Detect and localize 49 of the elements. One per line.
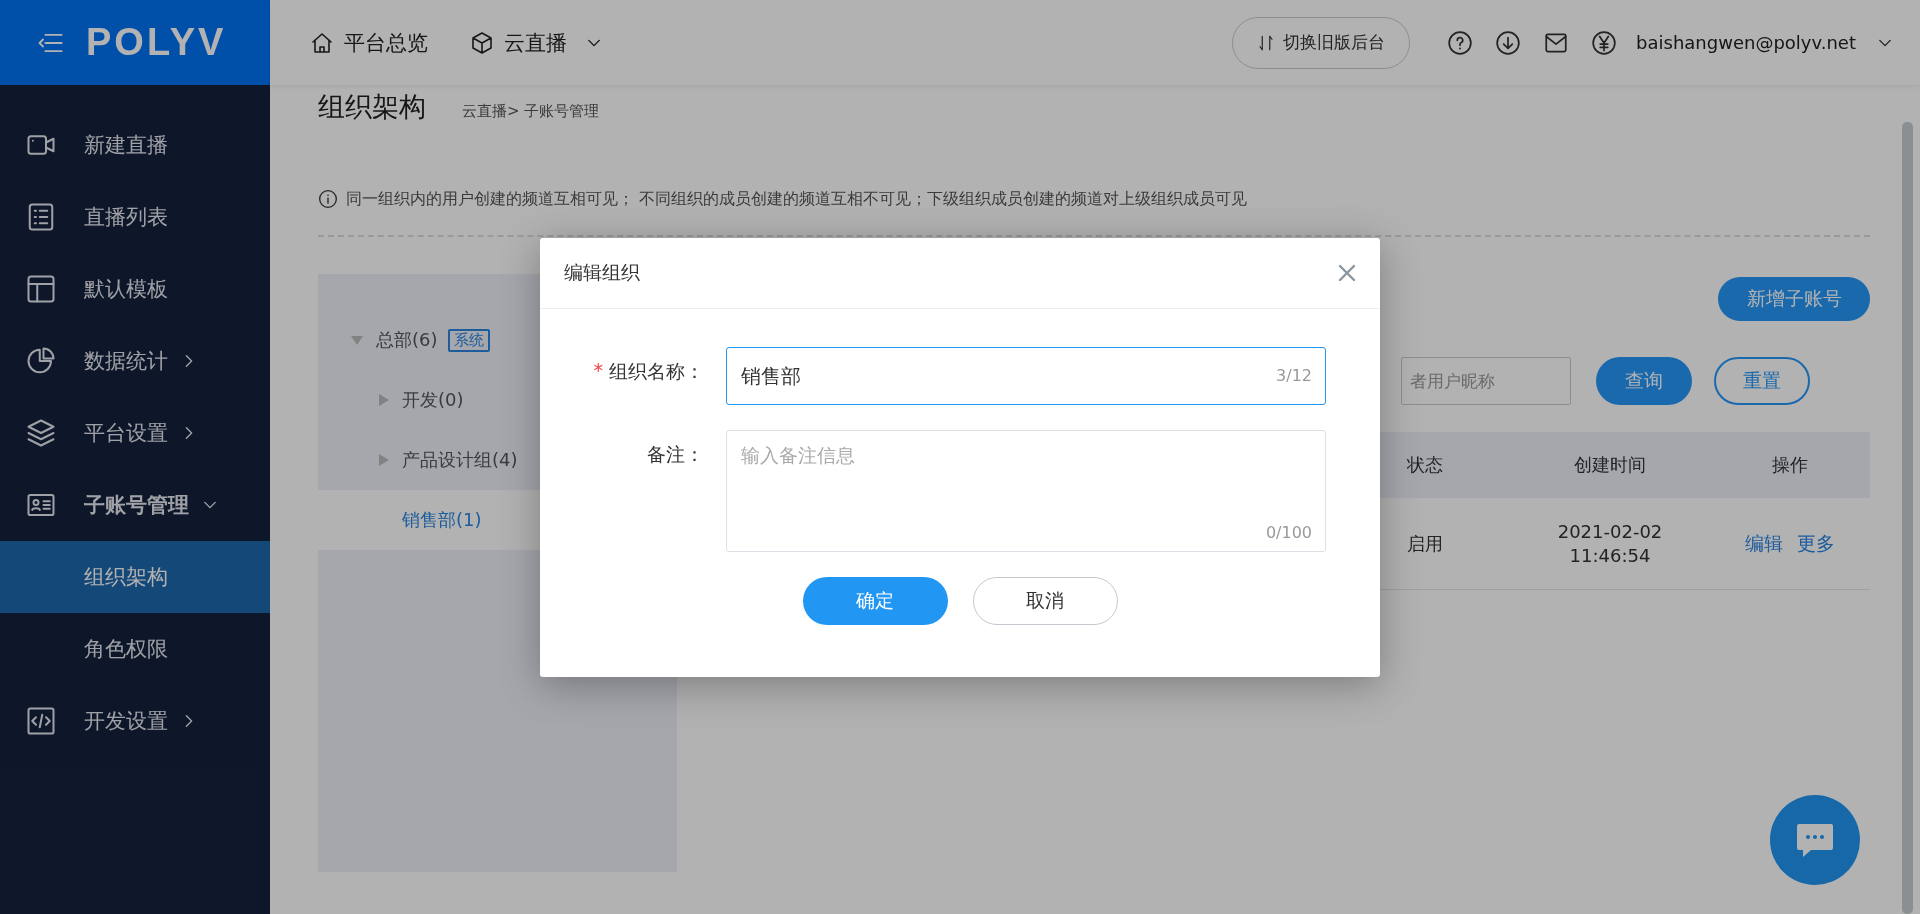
nav-link[interactable]: 平台总览 (310, 28, 428, 57)
dialog-title: 编辑组织 (564, 260, 641, 285)
sidebar-item[interactable]: 数据统计 (0, 325, 270, 397)
user-email[interactable]: baishangwen@polyv.net (1636, 32, 1856, 53)
nav-link[interactable]: 云直播 (470, 28, 601, 57)
triangle-right-icon (376, 453, 390, 467)
triangle-right-icon (376, 393, 390, 407)
search-field[interactable]: 者用户昵称 (1401, 357, 1571, 405)
yen-icon[interactable] (1591, 29, 1618, 56)
layout-icon (26, 274, 56, 304)
close-icon[interactable] (1338, 264, 1356, 282)
home-icon (310, 30, 334, 55)
pie-chart-icon (26, 346, 56, 376)
column-header: 创建时间 (1573, 453, 1647, 477)
table-cell-text: 启用 (1406, 531, 1444, 556)
triangle-down-icon (350, 333, 364, 347)
chat-bubble-icon (1795, 822, 1835, 858)
sidebar-item[interactable]: 平台设置 (0, 397, 270, 469)
char-counter: 3/12 (1276, 366, 1312, 385)
required-mark: * (593, 359, 603, 383)
logo-text: POLYV (86, 21, 227, 64)
sidebar-item[interactable]: 开发设置 (0, 685, 270, 757)
code-icon (26, 706, 56, 736)
sidebar-item[interactable]: 子账号管理 (0, 469, 270, 541)
sidebar-subitem[interactable]: 组织架构 (0, 541, 270, 613)
sidebar-subitem[interactable]: 角色权限 (0, 613, 270, 685)
swap-arrows-icon (1257, 33, 1276, 52)
download-icon[interactable] (1495, 29, 1522, 56)
cube-icon (470, 30, 494, 55)
layers-icon (26, 418, 56, 448)
char-counter: 0/100 (1265, 523, 1312, 542)
column-header: 状态 (1406, 453, 1444, 477)
breadcrumb: 云直播> 子账号管理 (462, 102, 600, 121)
notice-text: 同一组织内的用户创建的频道互相可见； 不同组织的成员创建的频道互相不可见；下级组织成员创建的频道对上级组织成员可见 (346, 188, 1248, 210)
help-icon[interactable] (1447, 29, 1474, 56)
field-label: 备注： (647, 442, 704, 467)
info-icon (318, 189, 338, 209)
field-label: 组织名称： (609, 359, 704, 384)
scrollbar[interactable] (1902, 122, 1913, 914)
column-header: 操作 (1771, 453, 1809, 477)
sidebar-item[interactable]: 新建直播 (0, 109, 270, 181)
switch-button[interactable]: 切换旧版后台 (1232, 16, 1411, 69)
system-tag: 系统 (447, 328, 490, 352)
list-icon (26, 202, 56, 232)
sidebar-item[interactable]: 默认模板 (0, 253, 270, 325)
table-cell-text: 2021-02-02 11:46:54 (1556, 520, 1664, 567)
page-title: 组织架构 (318, 90, 426, 124)
sidebar-item[interactable]: 直播列表 (0, 181, 270, 253)
cancel-button[interactable]: 取消 (972, 577, 1118, 625)
